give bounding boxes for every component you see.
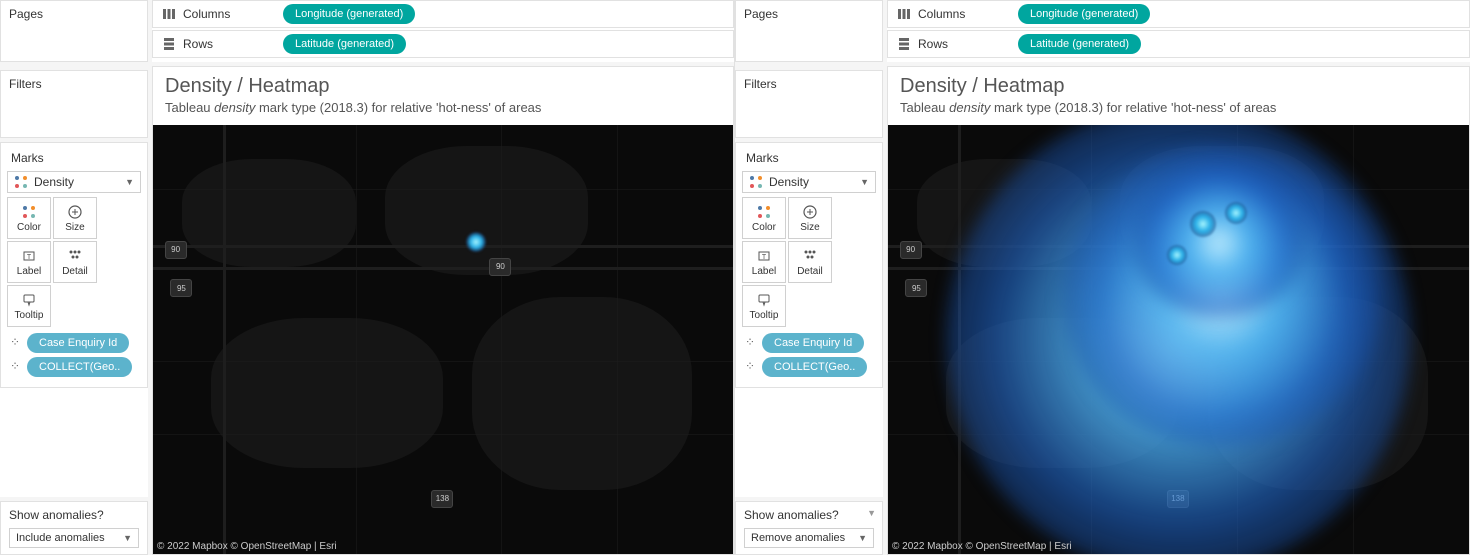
show-anomalies-value: Remove anomalies <box>751 532 845 544</box>
viz-subtitle: Tableau density mark type (2018.3) for r… <box>900 100 1457 115</box>
svg-text:T: T <box>27 254 32 261</box>
chevron-down-icon: ▼ <box>858 533 867 543</box>
rows-icon <box>896 36 912 52</box>
detail-icon <box>803 248 817 264</box>
size-icon <box>68 204 82 220</box>
viz-title: Density / Heatmap <box>900 75 1457 98</box>
route-shield-90: 90 <box>165 241 187 259</box>
panel-right: Pages Columns Longitude (generated) Rows <box>735 0 1470 555</box>
detail-icon: ⁘ <box>7 335 23 351</box>
color-icon <box>22 204 36 220</box>
mark-type-select[interactable]: Density ▼ <box>7 171 141 193</box>
chevron-down-icon: ▼ <box>125 177 134 187</box>
marks-detail-button[interactable]: Detail <box>53 241 97 283</box>
chevron-down-icon: ▼ <box>860 177 869 187</box>
pages-card: Pages <box>0 0 148 62</box>
pages-label: Pages <box>744 7 778 21</box>
show-anomalies-select[interactable]: Remove anomalies ▼ <box>744 528 874 548</box>
filters-card[interactable]: Filters <box>0 70 148 138</box>
label-icon: T <box>22 248 36 264</box>
columns-shelf-label: Columns <box>183 7 283 21</box>
marks-color-button[interactable]: Color <box>742 197 786 239</box>
detail-pill-collect-geo[interactable]: COLLECT(Geo.. <box>27 357 132 377</box>
columns-icon <box>896 6 912 22</box>
columns-shelf-label: Columns <box>918 7 1018 21</box>
marks-tooltip-button[interactable]: Tooltip <box>7 285 51 327</box>
show-anomalies-select[interactable]: Include anomalies ▼ <box>9 528 139 548</box>
viz-area-right: Density / Heatmap Tableau density mark t… <box>887 66 1470 555</box>
marks-label-button[interactable]: T Label <box>742 241 786 283</box>
pages-card: Pages <box>735 0 883 62</box>
svg-text:T: T <box>762 254 767 261</box>
rows-shelf-label: Rows <box>183 37 283 51</box>
viz-subtitle: Tableau density mark type (2018.3) for r… <box>165 100 721 115</box>
mark-type-value: Density <box>34 175 74 189</box>
color-icon <box>757 204 771 220</box>
detail-pill-case-enquiry[interactable]: Case Enquiry Id <box>27 333 129 353</box>
marks-color-button[interactable]: Color <box>7 197 51 239</box>
detail-icon: ⁘ <box>742 335 758 351</box>
density-icon <box>14 175 28 189</box>
columns-shelf[interactable]: Columns Longitude (generated) <box>887 0 1470 28</box>
marks-label-button[interactable]: T Label <box>7 241 51 283</box>
chevron-down-icon[interactable]: ▼ <box>867 508 876 518</box>
heat-hotspot <box>1167 245 1187 265</box>
map-attribution: © 2022 Mapbox © OpenStreetMap | Esri <box>157 541 337 552</box>
show-anomalies-value: Include anomalies <box>16 532 105 544</box>
route-shield-90: 90 <box>900 241 922 259</box>
chevron-down-icon: ▼ <box>123 533 132 543</box>
marks-size-button[interactable]: Size <box>788 197 832 239</box>
size-icon <box>803 204 817 220</box>
mark-type-select[interactable]: Density ▼ <box>742 171 876 193</box>
mark-type-value: Density <box>769 175 809 189</box>
density-icon <box>749 175 763 189</box>
route-shield-138: 138 <box>431 490 453 508</box>
panel-left: Pages Columns Longitude (generated) Rows <box>0 0 735 555</box>
marks-card: Marks Density ▼ Color <box>735 142 883 388</box>
columns-shelf[interactable]: Columns Longitude (generated) <box>152 0 734 28</box>
marks-title: Marks <box>7 149 141 171</box>
marks-card: Marks Density ▼ Color <box>0 142 148 388</box>
filters-card[interactable]: Filters <box>735 70 883 138</box>
route-shield-95: 95 <box>905 279 927 297</box>
heat-core <box>1132 168 1306 318</box>
map-attribution: © 2022 Mapbox © OpenStreetMap | Esri <box>892 541 1072 552</box>
detail-pill-collect-geo[interactable]: COLLECT(Geo.. <box>762 357 867 377</box>
rows-pill[interactable]: Latitude (generated) <box>283 34 406 54</box>
rows-pill[interactable]: Latitude (generated) <box>1018 34 1141 54</box>
tooltip-icon <box>757 292 771 308</box>
marks-title: Marks <box>742 149 876 171</box>
rows-shelf[interactable]: Rows Latitude (generated) <box>152 30 734 58</box>
columns-pill[interactable]: Longitude (generated) <box>1018 4 1150 24</box>
map-remove-anomalies[interactable]: 90 90 95 138 © 2022 Mapbox © OpenStreetM… <box>888 125 1469 554</box>
route-shield-95: 95 <box>170 279 192 297</box>
marks-tooltip-button[interactable]: Tooltip <box>742 285 786 327</box>
tooltip-icon <box>22 292 36 308</box>
route-shield-90: 90 <box>489 258 511 276</box>
marks-detail-button[interactable]: Detail <box>788 241 832 283</box>
rows-icon <box>161 36 177 52</box>
rows-shelf-label: Rows <box>918 37 1018 51</box>
columns-icon <box>161 6 177 22</box>
label-icon: T <box>757 248 771 264</box>
filters-label: Filters <box>744 77 777 91</box>
viz-title: Density / Heatmap <box>165 75 721 98</box>
columns-pill[interactable]: Longitude (generated) <box>283 4 415 24</box>
detail-icon <box>68 248 82 264</box>
filters-label: Filters <box>9 77 42 91</box>
show-anomalies-card: ▼ Show anomalies? Remove anomalies ▼ <box>735 501 883 555</box>
viz-area-left: Density / Heatmap Tableau density mark t… <box>152 66 734 555</box>
pages-label: Pages <box>9 7 43 21</box>
show-anomalies-label: Show anomalies? <box>9 508 139 522</box>
show-anomalies-card: Show anomalies? Include anomalies ▼ <box>0 501 148 555</box>
show-anomalies-label: Show anomalies? <box>744 508 874 522</box>
marks-size-button[interactable]: Size <box>53 197 97 239</box>
detail-pill-case-enquiry[interactable]: Case Enquiry Id <box>762 333 864 353</box>
heat-hotspot <box>1190 211 1216 237</box>
map-include-anomalies[interactable]: 90 90 95 138 © 2022 Mapbox © OpenStreetM… <box>153 125 733 554</box>
detail-icon: ⁘ <box>7 359 23 375</box>
rows-shelf[interactable]: Rows Latitude (generated) <box>887 30 1470 58</box>
detail-icon: ⁘ <box>742 359 758 375</box>
